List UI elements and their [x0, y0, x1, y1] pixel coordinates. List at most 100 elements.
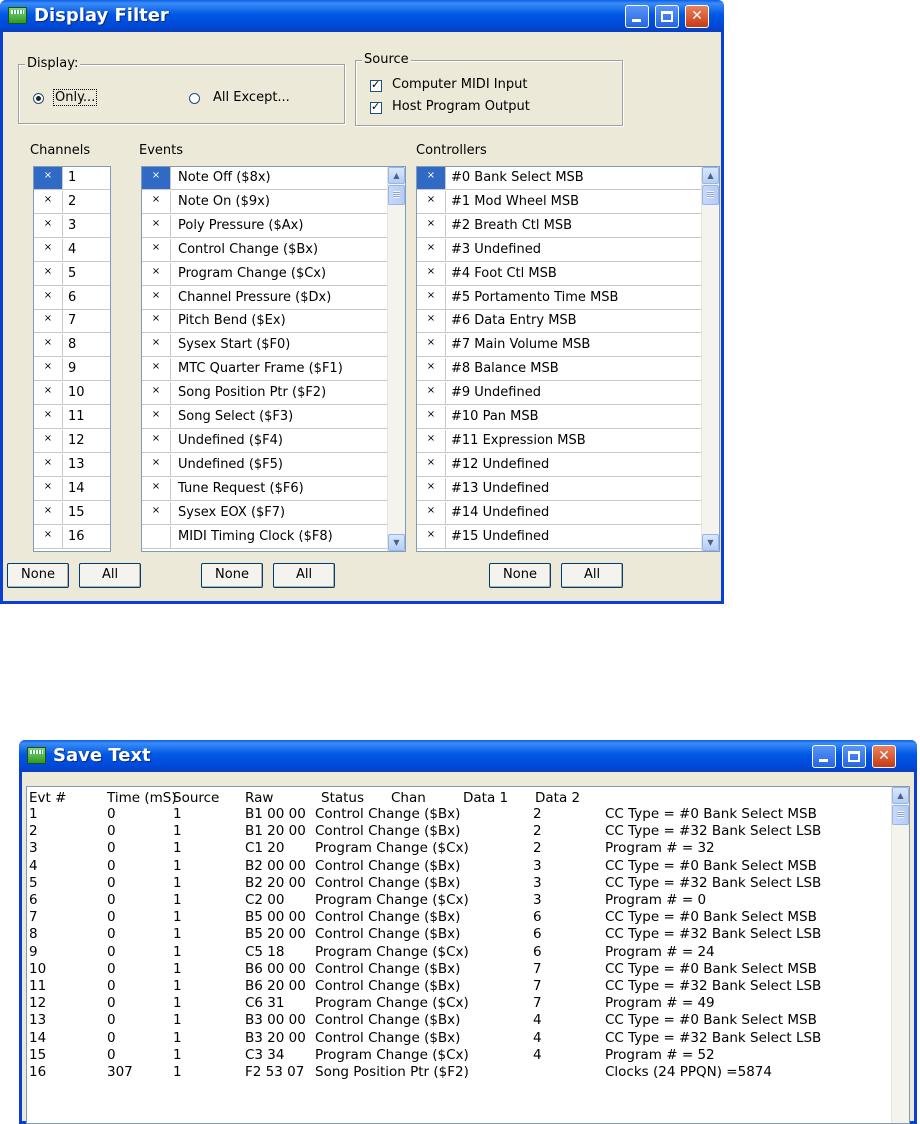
- channels-list-item[interactable]: × 3: [34, 214, 110, 238]
- controllers-list-item[interactable]: × #9 Undefined: [417, 382, 702, 406]
- selection-mark: ×: [34, 238, 63, 261]
- events-list-item[interactable]: MIDI Timing Clock ($F8): [142, 525, 388, 549]
- controllers-list-item[interactable]: × #2 Breath Ctl MSB: [417, 214, 702, 238]
- column-header: Status: [321, 790, 365, 806]
- save-text-area[interactable]: ▲ Evt # Time (mS) Source Raw Status Chan Data …: [26, 786, 910, 1124]
- channels-list-item[interactable]: × 12: [34, 429, 110, 453]
- text-cell-status: Program Change ($Cx): [315, 892, 469, 908]
- channels-list-item[interactable]: × 9: [34, 358, 110, 382]
- events-list-item[interactable]: × Tune Request ($F6): [142, 477, 388, 501]
- events-list-item[interactable]: × Channel Pressure ($Dx): [142, 286, 388, 310]
- events-list-item[interactable]: × Note On ($9x): [142, 190, 388, 214]
- controllers-list[interactable]: × #0 Bank Select MSB × #1 Mod Wheel MSB × #2 …: [416, 166, 720, 552]
- events-scrollbar[interactable]: ▲ ▼: [387, 167, 405, 551]
- scroll-up-icon[interactable]: ▲: [388, 167, 405, 184]
- controllers-list-item[interactable]: × #13 Undefined: [417, 477, 702, 501]
- controllers-list-item[interactable]: × #15 Undefined: [417, 525, 702, 549]
- events-list-item[interactable]: × Pitch Bend ($Ex): [142, 310, 388, 334]
- controllers-list-item[interactable]: × #1 Mod Wheel MSB: [417, 190, 702, 214]
- channels-none-button[interactable]: None: [7, 563, 69, 588]
- events-list-item[interactable]: × Program Change ($Cx): [142, 262, 388, 286]
- controllers-list-item[interactable]: × #5 Portamento Time MSB: [417, 286, 702, 310]
- selection-mark: ×: [34, 334, 63, 357]
- events-list-item[interactable]: × Note Off ($8x): [142, 167, 388, 190]
- text-cell-evt: 6: [29, 892, 38, 908]
- scroll-up-icon[interactable]: ▲: [702, 167, 719, 184]
- channels-all-button[interactable]: All: [79, 563, 141, 588]
- events-list-item[interactable]: × Undefined ($F5): [142, 453, 388, 477]
- controllers-list-item[interactable]: × #4 Foot Ctl MSB: [417, 262, 702, 286]
- channels-list-item[interactable]: × 7: [34, 310, 110, 334]
- controllers-list-item[interactable]: × #12 Undefined: [417, 453, 702, 477]
- all-except-radio[interactable]: [189, 93, 200, 104]
- scroll-thumb[interactable]: [892, 805, 909, 825]
- events-list-item[interactable]: × Sysex EOX ($F7): [142, 501, 388, 525]
- selection-mark: ×: [34, 214, 63, 237]
- events-list-item[interactable]: × Sysex Start ($F0): [142, 334, 388, 358]
- channels-list-item[interactable]: × 16: [34, 525, 110, 549]
- only-radio[interactable]: [33, 93, 44, 104]
- controllers-scrollbar[interactable]: ▲ ▼: [701, 167, 719, 551]
- channels-list-item[interactable]: × 2: [34, 190, 110, 214]
- channels-list-item[interactable]: × 11: [34, 406, 110, 429]
- channels-list-item[interactable]: × 1: [34, 167, 110, 190]
- only-label[interactable]: Only...: [53, 89, 98, 106]
- text-scrollbar[interactable]: ▲: [891, 787, 909, 1123]
- channels-list-item[interactable]: × 13: [34, 453, 110, 477]
- close-button[interactable]: ✕: [685, 5, 709, 28]
- events-list-item[interactable]: × Poly Pressure ($Ax): [142, 214, 388, 238]
- column-header: Data 1: [463, 790, 509, 806]
- text-cell-raw: F2 53 07: [245, 1064, 305, 1080]
- events-item-label: Song Select ($F3): [178, 409, 294, 424]
- scroll-down-icon[interactable]: ▼: [702, 534, 719, 551]
- host-program-output-label[interactable]: Host Program Output: [392, 99, 530, 114]
- scroll-thumb[interactable]: [388, 185, 405, 205]
- controllers-item-label: #13 Undefined: [451, 480, 550, 496]
- events-list-item[interactable]: × Undefined ($F4): [142, 429, 388, 453]
- text-cell-time: 0: [107, 978, 116, 994]
- host-program-output-checkbox[interactable]: [370, 100, 382, 114]
- controllers-list-item[interactable]: × #7 Main Volume MSB: [417, 334, 702, 358]
- events-all-button[interactable]: All: [273, 563, 335, 588]
- all-except-label[interactable]: All Except...: [213, 90, 290, 105]
- events-list-item[interactable]: × Song Position Ptr ($F2): [142, 382, 388, 406]
- channels-list-item[interactable]: × 5: [34, 262, 110, 286]
- controllers-list-item[interactable]: × #0 Bank Select MSB: [417, 167, 702, 190]
- events-list-item[interactable]: × Song Select ($F3): [142, 406, 388, 429]
- controllers-list-item[interactable]: × #14 Undefined: [417, 501, 702, 525]
- events-none-button[interactable]: None: [201, 563, 263, 588]
- maximize-button[interactable]: [655, 5, 679, 28]
- minimize-icon: [819, 759, 828, 762]
- controllers-list-item[interactable]: × #11 Expression MSB: [417, 429, 702, 453]
- minimize-button[interactable]: [625, 5, 649, 28]
- channels-list[interactable]: × 1 × 2 × 3 × 4 × 5 × 6 × 7 × 8 × 9 × 10 × 11 × 12 × 13 × 14 × 15 × 16: [33, 166, 111, 552]
- close-button[interactable]: ✕: [872, 745, 896, 768]
- scroll-up-icon[interactable]: ▲: [892, 787, 909, 804]
- channels-list-item[interactable]: × 14: [34, 477, 110, 501]
- channels-list-item[interactable]: × 6: [34, 286, 110, 310]
- text-cell-src: 1: [173, 1029, 182, 1046]
- events-list-item[interactable]: × Control Change ($Bx): [142, 238, 388, 262]
- controllers-all-button[interactable]: All: [561, 563, 623, 588]
- channels-list-item[interactable]: × 10: [34, 382, 110, 406]
- selection-mark: ×: [142, 167, 171, 189]
- scroll-thumb[interactable]: [702, 185, 719, 205]
- computer-midi-input-label[interactable]: Computer MIDI Input: [392, 77, 527, 92]
- title-bar[interactable]: Save Text ✕: [19, 740, 917, 772]
- title-bar[interactable]: Display Filter ✕: [0, 0, 724, 32]
- scroll-down-icon[interactable]: ▼: [388, 534, 405, 551]
- computer-midi-input-checkbox[interactable]: [370, 78, 382, 92]
- channels-list-item[interactable]: × 8: [34, 334, 110, 358]
- channels-list-item[interactable]: × 4: [34, 238, 110, 262]
- channels-item-label: 14: [68, 480, 85, 496]
- controllers-list-item[interactable]: × #10 Pan MSB: [417, 406, 702, 429]
- events-list-item[interactable]: × MTC Quarter Frame ($F1): [142, 358, 388, 382]
- controllers-list-item[interactable]: × #8 Balance MSB: [417, 358, 702, 382]
- controllers-list-item[interactable]: × #6 Data Entry MSB: [417, 310, 702, 334]
- channels-list-item[interactable]: × 15: [34, 501, 110, 525]
- minimize-button[interactable]: [812, 745, 836, 768]
- controllers-list-item[interactable]: × #3 Undefined: [417, 238, 702, 262]
- controllers-none-button[interactable]: None: [489, 563, 551, 588]
- events-list[interactable]: × Note Off ($8x) × Note On ($9x) × Poly Press…: [141, 166, 406, 552]
- maximize-button[interactable]: [842, 745, 866, 768]
